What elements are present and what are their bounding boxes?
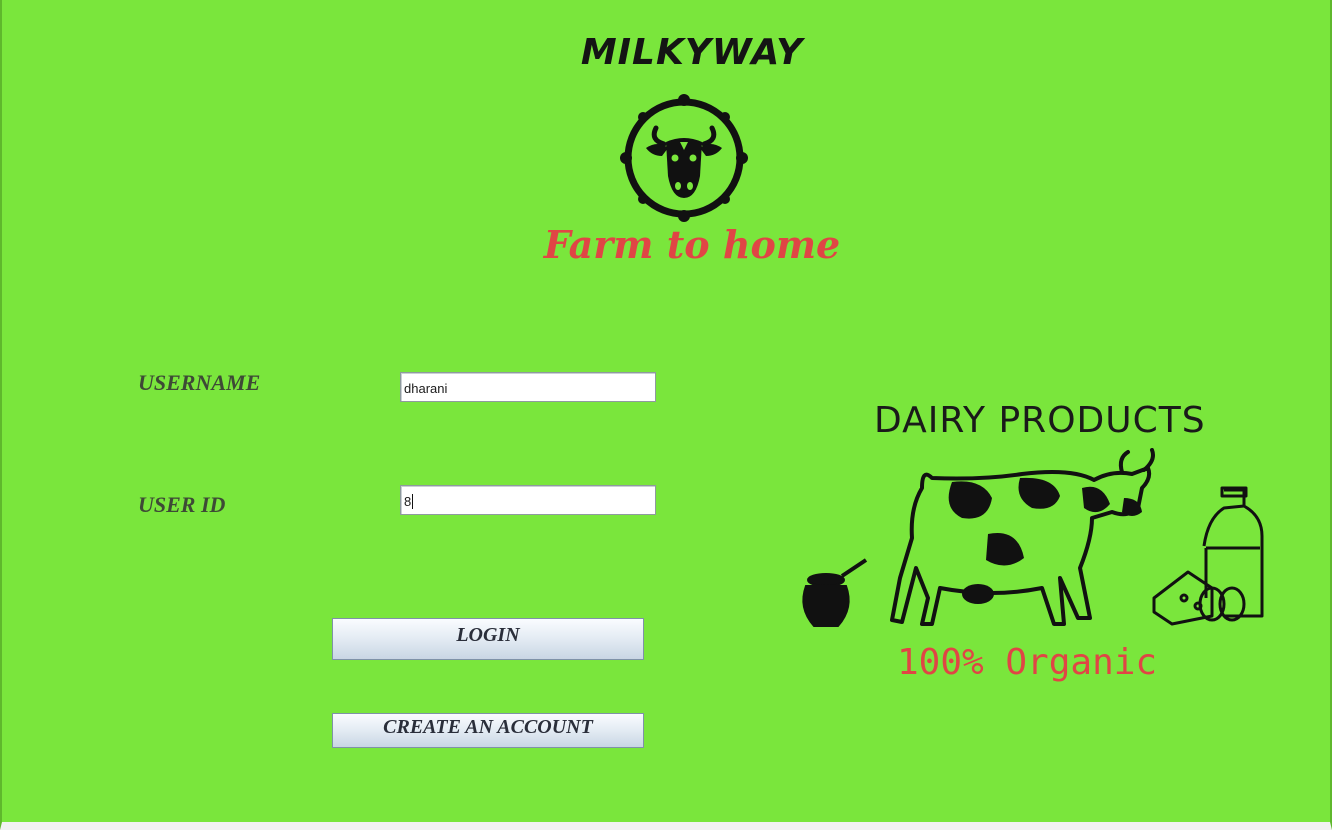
dairy-products-title: DAIRY PRODUCTS bbox=[874, 400, 1206, 441]
organic-subtitle: 100% Organic bbox=[897, 642, 1158, 683]
create-account-button[interactable]: CREATE AN ACCOUNT bbox=[332, 713, 644, 748]
cow-head-icon bbox=[620, 94, 748, 222]
brand-title: MILKYWAY bbox=[580, 32, 804, 73]
username-label: USERNAME bbox=[138, 370, 261, 395]
userid-label: USER ID bbox=[138, 492, 226, 517]
username-field[interactable]: dharani bbox=[400, 372, 656, 402]
login-window: MILKYWAY Farm to home USERNAME dharani U… bbox=[0, 0, 1332, 830]
brand-tagline: Farm to home bbox=[543, 222, 841, 267]
dairy-cow-icon bbox=[802, 448, 1264, 627]
text-caret bbox=[412, 494, 414, 509]
userid-field[interactable]: 8 bbox=[400, 485, 656, 515]
userid-value: 8 bbox=[404, 494, 412, 509]
login-button[interactable]: LOGIN bbox=[332, 618, 644, 660]
username-value: dharani bbox=[404, 381, 448, 396]
